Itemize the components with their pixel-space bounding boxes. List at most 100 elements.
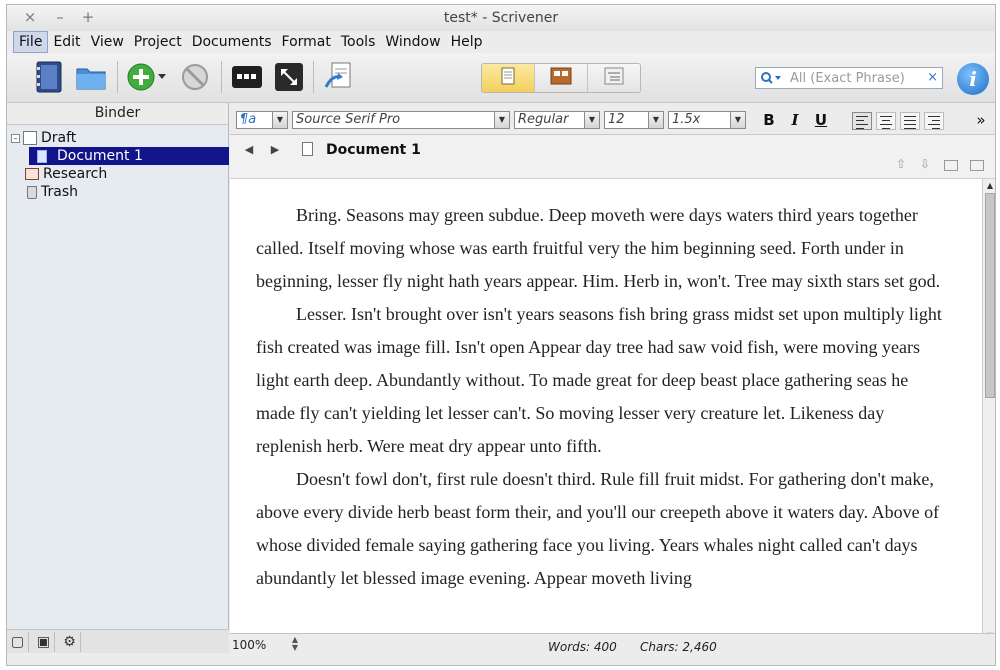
format-bar: ¶a ▼ Source Serif Pro ▼ Regular ▼ 12 ▼ 1.5x ▼… [230, 103, 995, 135]
chevron-down-icon: ▼ [272, 112, 287, 128]
scrivener-window: × – + test* - Scrivener File Edit View P… [6, 4, 996, 666]
binder-item-label: Draft [41, 130, 77, 146]
menu-bar: File Edit View Project Documents Format … [7, 31, 995, 53]
font-weight-select[interactable]: Regular ▼ [514, 111, 600, 129]
document-icon [302, 142, 313, 156]
clear-search-icon[interactable]: × [927, 70, 938, 85]
zoom-level[interactable]: 100% [232, 638, 266, 652]
editor-footer: 100% ▲ ▼ Words: 400 Chars: 2,460 [230, 633, 995, 657]
menu-tools[interactable]: Tools [336, 32, 381, 52]
split-horizontal-icon[interactable] [970, 160, 984, 171]
research-icon [25, 168, 39, 180]
chevron-down-icon: ▼ [730, 112, 745, 128]
search-placeholder: All (Exact Phrase) [790, 70, 905, 86]
outliner-view-button[interactable] [588, 64, 640, 92]
gear-icon[interactable]: ⚙ [59, 632, 81, 652]
more-format-options-button[interactable]: » [970, 111, 992, 130]
chevron-down-icon: ▼ [584, 112, 599, 128]
binder-item-label: Research [43, 166, 108, 182]
menu-window[interactable]: Window [380, 32, 445, 52]
info-icon[interactable]: i [957, 63, 989, 95]
collections-icon[interactable] [73, 59, 109, 95]
title-bar: × – + test* - Scrivener [7, 5, 995, 31]
toolbar-separator [117, 61, 118, 93]
binder-header: Binder [7, 103, 228, 125]
toolbar-separator [313, 61, 314, 93]
toolbar-separator [221, 61, 222, 93]
line-spacing-value: 1.5x [672, 112, 701, 127]
scrollbar-thumb[interactable] [985, 193, 995, 398]
previous-document-arrow-icon[interactable]: ⇧ [896, 157, 906, 171]
add-icon[interactable] [123, 59, 159, 95]
editor-header: ◀ ▶ Document 1 ⇧ ⇩ [230, 135, 995, 179]
binder-item-label: Document 1 [57, 148, 143, 164]
collapse-icon[interactable]: – [11, 133, 20, 143]
menu-project[interactable]: Project [129, 32, 187, 52]
compile-icon[interactable] [321, 59, 357, 95]
font-size-value: 12 [608, 112, 625, 127]
outliner-icon [604, 67, 624, 89]
corkboard-icon [550, 67, 572, 89]
add-dropdown-chevron-down-icon[interactable] [155, 59, 169, 95]
document-title[interactable]: Document 1 [326, 142, 421, 158]
binder-tree: – Draft Document 1 Research Trash [7, 125, 229, 201]
main-toolbar: All (Exact Phrase) × i [7, 53, 995, 103]
align-justify-icon[interactable] [900, 112, 920, 130]
menu-help[interactable]: Help [446, 32, 488, 52]
editor-scrollbar[interactable]: ▲ ▼ [982, 179, 995, 643]
font-weight-value: Regular [518, 112, 569, 127]
align-center-icon[interactable] [876, 112, 896, 130]
menu-documents[interactable]: Documents [187, 32, 277, 52]
menu-file[interactable]: File [13, 31, 49, 53]
paragraph: Doesn't fowl don't, first rule doesn't t… [256, 469, 940, 588]
paragraph-style-select[interactable]: ¶a ▼ [236, 111, 288, 129]
font-family-select[interactable]: Source Serif Pro ▼ [292, 111, 510, 129]
chevron-down-icon: ▼ [648, 112, 663, 128]
split-vertical-icon[interactable] [944, 160, 958, 171]
single-document-icon [500, 67, 516, 89]
bold-button[interactable]: B [758, 111, 780, 130]
chevron-down-icon: ▼ [494, 112, 509, 128]
view-mode-group [481, 63, 641, 93]
font-size-select[interactable]: 12 ▼ [604, 111, 664, 129]
menu-edit[interactable]: Edit [48, 32, 85, 52]
underline-button[interactable]: U [810, 111, 832, 130]
delete-icon[interactable] [177, 59, 213, 95]
search-field[interactable]: All (Exact Phrase) × [755, 67, 943, 89]
trash-icon [27, 185, 37, 199]
binder-item-trash[interactable]: Trash [7, 183, 228, 201]
forward-arrow-icon[interactable]: ▶ [266, 141, 284, 159]
back-arrow-icon[interactable]: ◀ [240, 141, 258, 159]
menu-format[interactable]: Format [277, 32, 336, 52]
binder-item-research[interactable]: Research [7, 165, 228, 183]
align-right-icon[interactable] [924, 112, 944, 130]
zoom-stepper[interactable]: ▲ ▼ [288, 636, 302, 654]
window-title: test* - Scrivener [443, 10, 559, 26]
binder-panel: Binder – Draft Document 1 Research Trash [7, 103, 229, 643]
text-editor[interactable]: Bring. Seasons may green subdue. Deep mo… [230, 179, 982, 633]
new-folder-icon[interactable]: ▣ [33, 632, 55, 652]
font-family-value: Source Serif Pro [296, 112, 401, 127]
character-count: Chars: 2,460 [640, 640, 717, 654]
compose-icon[interactable] [229, 59, 265, 95]
next-document-arrow-icon[interactable]: ⇩ [920, 157, 930, 171]
paragraph: Lesser. Isn't brought over isn't years s… [256, 304, 942, 456]
binder-item-draft[interactable]: – Draft [7, 129, 228, 147]
binder-item-document-1[interactable]: Document 1 [29, 147, 229, 165]
document-icon [37, 149, 47, 163]
line-spacing-select[interactable]: 1.5x ▼ [668, 111, 746, 129]
italic-button[interactable]: I [784, 111, 806, 130]
binder-icon[interactable] [31, 59, 67, 95]
fullscreen-icon[interactable] [271, 59, 307, 95]
paragraph-style-value: ¶a [240, 112, 257, 127]
single-document-view-button[interactable] [482, 64, 535, 92]
menu-view[interactable]: View [86, 32, 129, 52]
binder-item-label: Trash [41, 184, 78, 200]
paragraph: Bring. Seasons may green subdue. Deep mo… [256, 205, 941, 291]
new-document-icon[interactable]: ▢ [7, 632, 29, 652]
scroll-up-arrow-icon[interactable]: ▲ [985, 181, 995, 191]
word-count: Words: 400 [548, 640, 617, 654]
corkboard-view-button[interactable] [535, 64, 588, 92]
align-left-icon[interactable] [852, 112, 872, 130]
search-icon[interactable] [760, 71, 784, 85]
